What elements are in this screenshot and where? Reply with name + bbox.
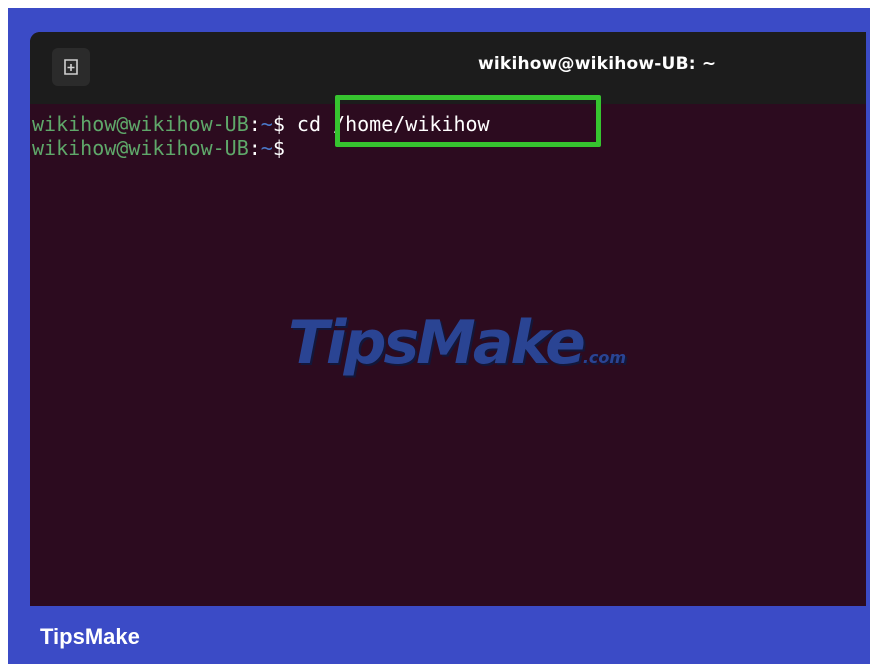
prompt-symbol: $ bbox=[272, 112, 285, 136]
prompt-user-host: wikihow@wikihow-UB bbox=[32, 136, 249, 160]
command-highlight-box bbox=[335, 95, 601, 147]
new-tab-icon bbox=[64, 59, 78, 75]
window-title: wikihow@wikihow-UB: ~ bbox=[478, 54, 717, 74]
prompt-colon: : bbox=[248, 136, 261, 160]
prompt-path: ~ bbox=[260, 136, 273, 160]
titlebar: wikihow@wikihow-UB: ~ bbox=[30, 32, 866, 104]
prompt-colon: : bbox=[248, 112, 261, 136]
prompt-user-host: wikihow@wikihow-UB bbox=[32, 112, 249, 136]
terminal-window: wikihow@wikihow-UB: ~ wikihow@wikihow-UB… bbox=[30, 32, 866, 606]
new-tab-button[interactable] bbox=[52, 48, 90, 86]
watermark-logo: TipsMake.com bbox=[288, 308, 626, 378]
prompt-path: ~ bbox=[260, 112, 273, 136]
prompt-symbol: $ bbox=[272, 136, 285, 160]
image-frame: wikihow@wikihow-UB: ~ wikihow@wikihow-UB… bbox=[8, 8, 870, 664]
footer-caption: TipsMake bbox=[40, 624, 140, 649]
watermark-brand: TipsMake bbox=[288, 308, 586, 378]
watermark-suffix: .com bbox=[582, 348, 627, 367]
